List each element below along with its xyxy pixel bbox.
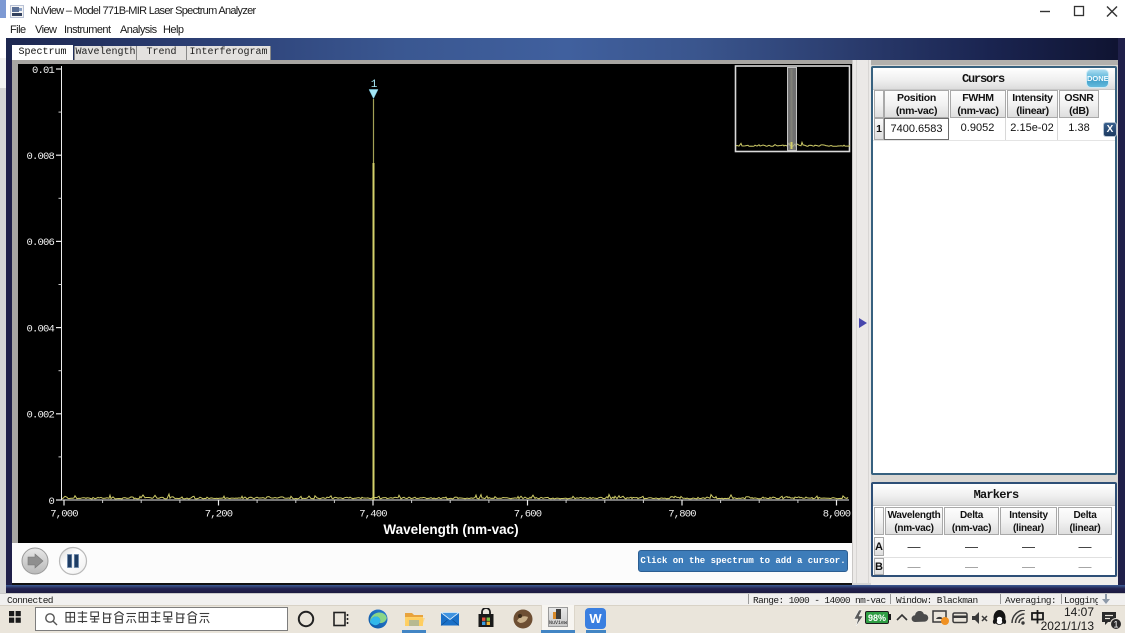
svg-text:7,600: 7,600 — [514, 509, 542, 521]
svg-text:0.006: 0.006 — [26, 237, 54, 249]
svg-text:7,000: 7,000 — [50, 509, 78, 521]
svg-text:0.004: 0.004 — [26, 323, 54, 335]
svg-text:0.002: 0.002 — [26, 410, 54, 422]
svg-text:0: 0 — [48, 496, 54, 508]
svg-text:1: 1 — [1113, 620, 1118, 630]
svg-text:0.008: 0.008 — [26, 151, 54, 163]
svg-text:7,200: 7,200 — [205, 509, 233, 521]
svg-text:Wavelength (nm-vac): Wavelength (nm-vac) — [383, 522, 518, 537]
svg-text:7,800: 7,800 — [668, 509, 696, 521]
svg-text:8,000: 8,000 — [823, 509, 851, 521]
svg-text:0.01: 0.01 — [32, 65, 55, 77]
svg-text:1: 1 — [371, 79, 378, 91]
svg-text:7,400: 7,400 — [359, 509, 387, 521]
